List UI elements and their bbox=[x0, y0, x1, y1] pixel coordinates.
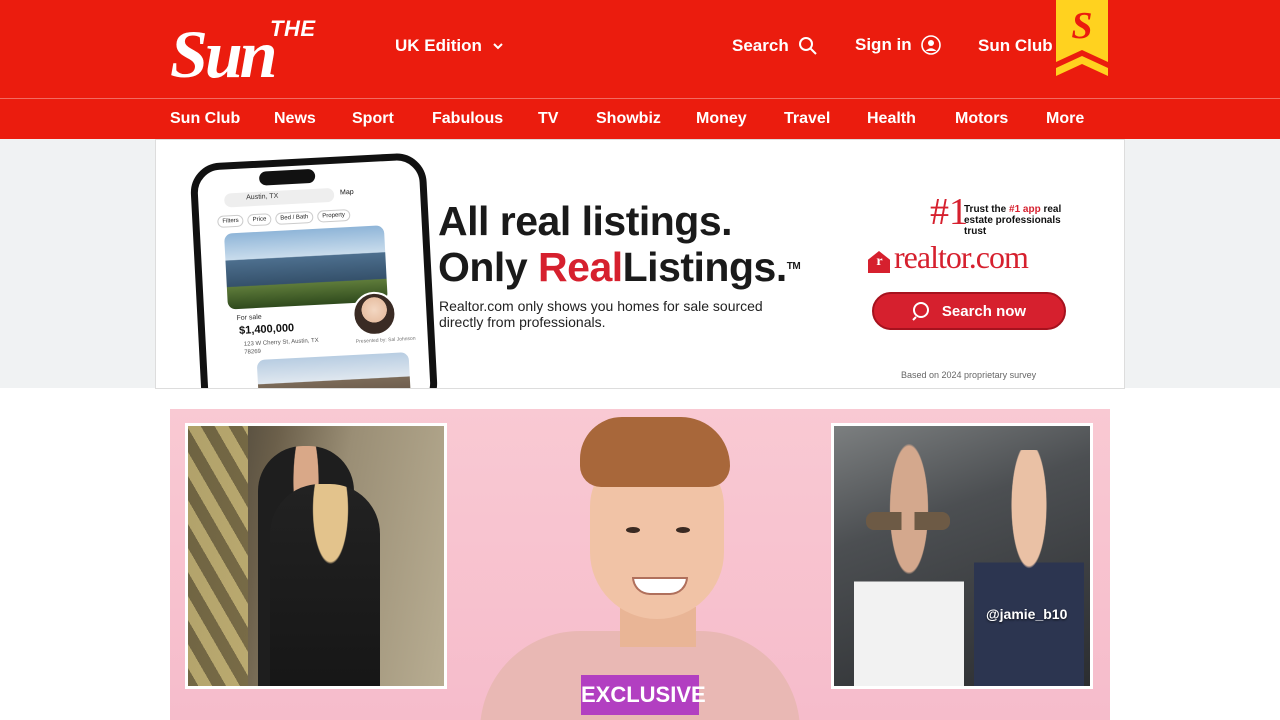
realtor-logo: #1 Trust the #1 app real estate professi… bbox=[868, 192, 1078, 282]
ad-headline-line1: All real listings. bbox=[438, 198, 733, 244]
man-with-sunglasses bbox=[854, 444, 964, 686]
ad-disclaimer: Based on 2024 proprietary survey bbox=[901, 370, 1037, 380]
listing-house-image-2 bbox=[256, 352, 412, 388]
svg-text:S: S bbox=[1071, 5, 1092, 47]
listing-status: For sale bbox=[236, 313, 262, 323]
ad-headline: All real listings. Only RealListings.TM bbox=[438, 198, 801, 290]
phone-search-bar: Austin, TX bbox=[223, 187, 335, 208]
nav-item-news[interactable]: News bbox=[274, 110, 316, 128]
inset-photo-right: @jamie_b10 bbox=[831, 423, 1093, 689]
edition-selector[interactable]: UK Edition bbox=[395, 36, 504, 56]
trust-tagline: Trust the #1 app real estate professiona… bbox=[964, 204, 1062, 237]
wallpaper-pattern bbox=[188, 426, 248, 686]
lead-story-image[interactable]: @jamie_b10 EXCLUSIVE bbox=[170, 409, 1110, 720]
search-icon bbox=[912, 302, 929, 321]
nav-item-fabulous[interactable]: Fabulous bbox=[432, 110, 503, 128]
ad-subtext: Realtor.com only shows you homes for sal… bbox=[439, 298, 763, 330]
portrait-eye bbox=[676, 527, 690, 533]
phone-notch bbox=[258, 168, 316, 186]
nav-item-money[interactable]: Money bbox=[696, 110, 747, 128]
logo-wordmark: Sun bbox=[170, 16, 277, 92]
central-portrait bbox=[460, 409, 820, 720]
chevron-down-icon bbox=[493, 43, 503, 50]
exclusive-badge: EXCLUSIVE bbox=[581, 675, 706, 715]
phone-filter-chips: Filters Price Bed / Bath Property bbox=[217, 209, 351, 228]
agent-avatar bbox=[351, 290, 398, 337]
logo-the: THE bbox=[270, 16, 316, 41]
phone-chip: Bed / Bath bbox=[275, 210, 314, 225]
user-icon bbox=[920, 35, 941, 55]
nav-item-health[interactable]: Health bbox=[867, 110, 916, 128]
rank-number: #1 bbox=[930, 191, 968, 233]
masthead: Sun THE UK Edition Search Sign in Sun Cl… bbox=[0, 0, 1280, 98]
nav-item-sun-club[interactable]: Sun Club bbox=[170, 110, 240, 128]
search-icon bbox=[798, 37, 817, 55]
phone-chip: Price bbox=[247, 213, 272, 227]
portrait-hair bbox=[580, 417, 730, 487]
listing-price: $1,400,000 bbox=[238, 322, 295, 337]
nav-item-travel[interactable]: Travel bbox=[784, 110, 830, 128]
nav-item-more[interactable]: More bbox=[1046, 110, 1084, 128]
nav-item-showbiz[interactable]: Showbiz bbox=[596, 110, 661, 128]
sign-in-label: Sign in bbox=[855, 35, 912, 54]
sunglasses bbox=[866, 512, 950, 530]
social-handle: @jamie_b10 bbox=[986, 606, 1068, 622]
nav-item-sport[interactable]: Sport bbox=[352, 110, 394, 128]
phone-chip: Filters bbox=[217, 214, 245, 228]
listing-presented-by: Presented by: Sal Johnson bbox=[355, 335, 416, 345]
phone-mockup: Austin, TX Map Filters Price Bed / Bath … bbox=[189, 152, 439, 388]
sign-in-button[interactable]: Sign in bbox=[855, 35, 941, 55]
inset-photo-left bbox=[185, 423, 447, 689]
sun-club-label: Sun Club bbox=[978, 36, 1053, 55]
man-in-hoodie bbox=[974, 450, 1084, 686]
edition-label: UK Edition bbox=[395, 36, 482, 55]
search-now-label: Search now bbox=[941, 302, 1027, 320]
sun-club-badge-icon[interactable]: S bbox=[1056, 0, 1108, 76]
search-label: Search bbox=[732, 36, 789, 55]
ad-headline-line2: Only RealListings.TM bbox=[438, 244, 801, 290]
search-button[interactable]: Search bbox=[732, 36, 818, 56]
nav-item-tv[interactable]: TV bbox=[538, 110, 558, 128]
realtor-house-icon: r bbox=[868, 251, 890, 273]
listing-address: 123 W Cherry St, Austin, TX 78269 bbox=[243, 337, 319, 356]
phone-map-button: Map bbox=[339, 188, 354, 197]
main-nav: Sun Club News Sport Fabulous TV Showbiz … bbox=[0, 98, 1280, 139]
phone-chip: Property bbox=[317, 209, 351, 223]
woman-figure bbox=[270, 484, 380, 686]
search-now-button[interactable]: Search now bbox=[872, 292, 1066, 330]
sun-club-link[interactable]: Sun Club bbox=[978, 36, 1053, 56]
realtor-ad-banner[interactable]: Austin, TX Map Filters Price Bed / Bath … bbox=[155, 139, 1125, 389]
realtor-wordmark: r realtor.com bbox=[868, 240, 1029, 274]
ad-slot: Austin, TX Map Filters Price Bed / Bath … bbox=[0, 139, 1280, 389]
portrait-eye bbox=[626, 527, 640, 533]
the-sun-logo[interactable]: Sun THE bbox=[170, 14, 376, 88]
nav-item-motors[interactable]: Motors bbox=[955, 110, 1008, 128]
